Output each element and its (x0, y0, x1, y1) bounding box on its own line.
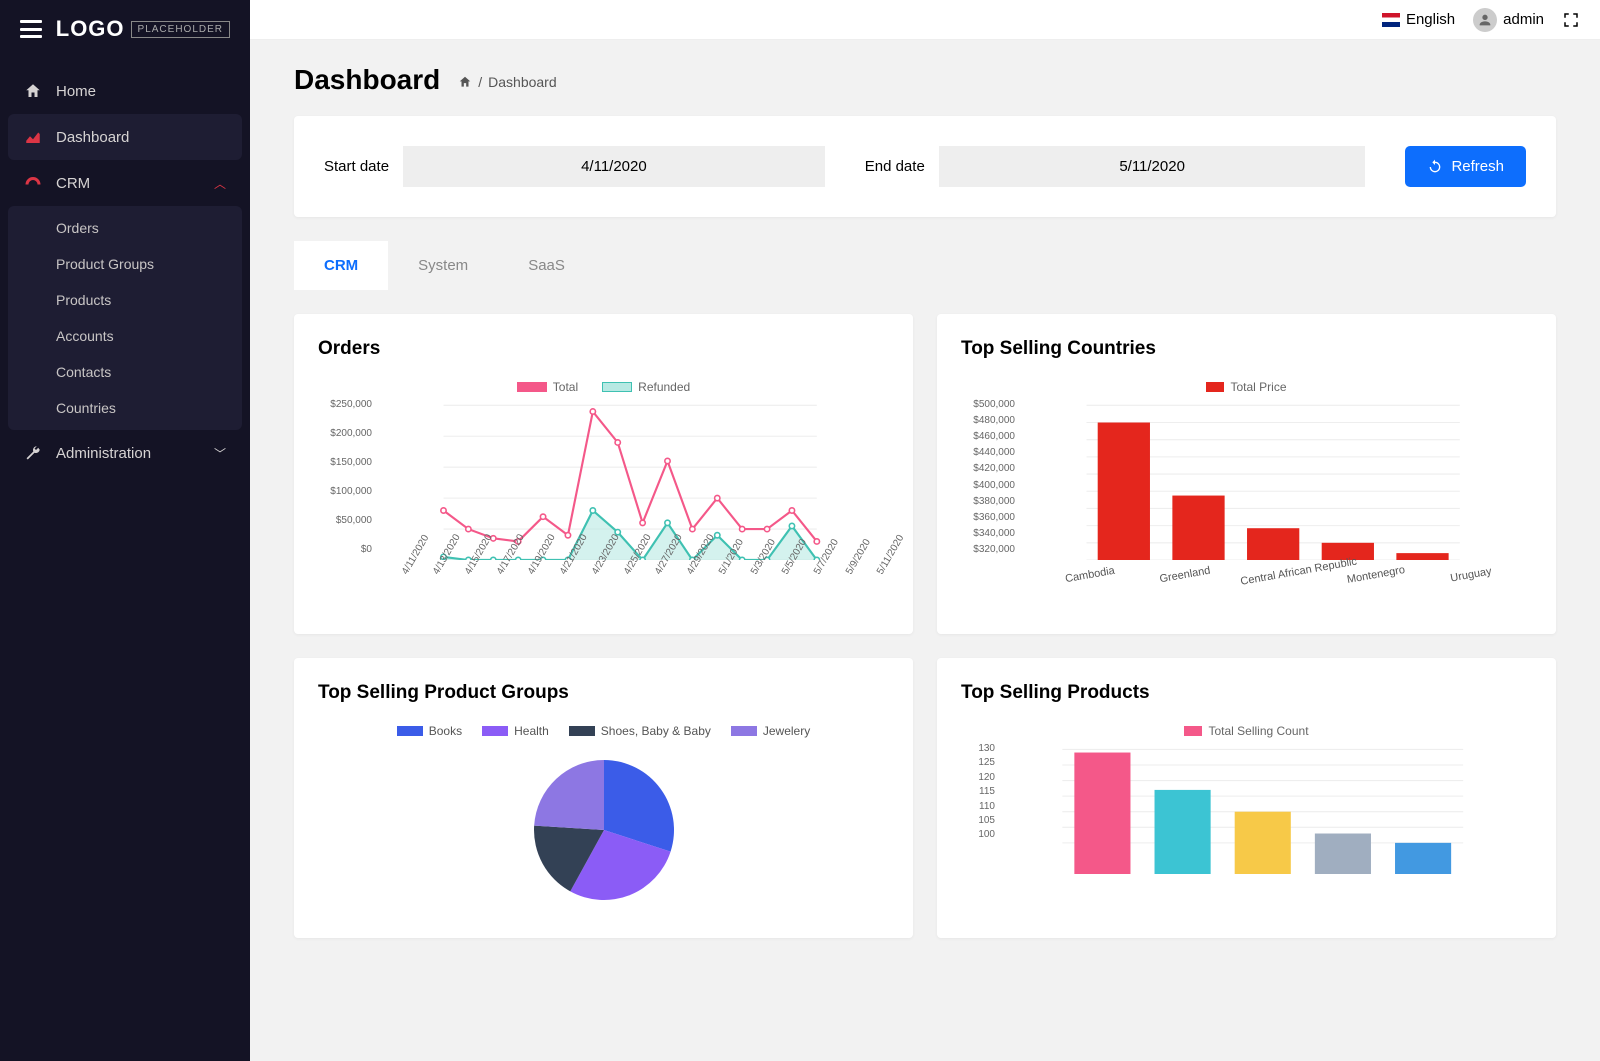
sidebar: LOGO PLACEHOLDER Home Dashboard CRM ︿ Or… (0, 0, 250, 1061)
sidebar-item-label: Administration (56, 445, 200, 462)
legend-total: Total (553, 380, 578, 394)
wrench-icon (24, 444, 42, 462)
refresh-label: Refresh (1451, 158, 1504, 175)
refresh-icon (1427, 159, 1443, 175)
sidebar-subitem-accounts[interactable]: Accounts (8, 318, 242, 354)
home-icon (458, 75, 472, 89)
end-date-label: End date (865, 158, 925, 175)
language-selector[interactable]: English (1382, 11, 1455, 28)
gauge-icon (24, 174, 42, 192)
sidebar-item-dashboard[interactable]: Dashboard (8, 114, 242, 160)
sidebar-subitem-products[interactable]: Products (8, 282, 242, 318)
user-label: admin (1503, 11, 1544, 28)
countries-chart: $320,000$340,000$360,000$380,000$400,000… (961, 400, 1532, 600)
sidebar-subitem-product-groups[interactable]: Product Groups (8, 246, 242, 282)
tabs: CRM System SaaS (294, 241, 1556, 290)
pie-chart (318, 750, 889, 910)
start-date-input[interactable] (403, 146, 825, 187)
products-chart-card: Top Selling Products Total Selling Count… (937, 658, 1556, 938)
sidebar-subitem-orders[interactable]: Orders (8, 210, 242, 246)
logo-placeholder: PLACEHOLDER (131, 21, 230, 38)
products-legend: Total Selling Count (961, 724, 1532, 738)
tab-crm[interactable]: CRM (294, 241, 388, 290)
fullscreen-icon[interactable] (1562, 11, 1580, 29)
tab-system[interactable]: System (388, 241, 498, 290)
pie-legend: BooksHealthShoes, Baby & BabyJewelery (318, 724, 889, 738)
topbar: English admin (250, 0, 1600, 40)
orders-chart: $0$50,000$100,000$150,000$200,000$250,00… (318, 400, 889, 610)
legend-selling-count: Total Selling Count (1208, 724, 1308, 738)
breadcrumb-item: Dashboard (488, 74, 557, 90)
nav: Home Dashboard CRM ︿ Orders Product Grou… (0, 58, 250, 486)
chart-line-icon (24, 128, 42, 146)
page-title: Dashboard (294, 64, 440, 96)
chart-title: Top Selling Product Groups (318, 682, 889, 704)
flag-uk-icon (1382, 13, 1400, 27)
home-icon (24, 82, 42, 100)
language-label: English (1406, 11, 1455, 28)
chart-title: Orders (318, 338, 889, 360)
hamburger-icon[interactable] (20, 20, 42, 38)
orders-chart-card: Orders Total Refunded $0$50,000$100,000$… (294, 314, 913, 634)
date-filter-card: Start date End date Refresh (294, 116, 1556, 217)
logo-text: LOGO (56, 16, 125, 42)
sidebar-subitem-contacts[interactable]: Contacts (8, 354, 242, 390)
groups-chart-card: Top Selling Product Groups BooksHealthSh… (294, 658, 913, 938)
chevron-down-icon: ﹀ (214, 445, 226, 462)
avatar-icon (1473, 8, 1497, 32)
sidebar-subitem-countries[interactable]: Countries (8, 390, 242, 426)
sidebar-item-label: CRM (56, 175, 200, 192)
legend-total-price: Total Price (1230, 380, 1286, 394)
chart-title: Top Selling Countries (961, 338, 1532, 360)
sidebar-submenu-crm: Orders Product Groups Products Accounts … (8, 206, 242, 430)
products-chart: 100105110115120125130 (961, 744, 1532, 914)
start-date-label: Start date (324, 158, 389, 175)
user-menu[interactable]: admin (1473, 8, 1544, 32)
countries-chart-card: Top Selling Countries Total Price $320,0… (937, 314, 1556, 634)
tab-saas[interactable]: SaaS (498, 241, 595, 290)
breadcrumb-sep: / (478, 74, 482, 90)
refresh-button[interactable]: Refresh (1405, 146, 1526, 187)
legend-refunded: Refunded (638, 380, 690, 394)
sidebar-item-label: Home (56, 83, 226, 100)
breadcrumb: / Dashboard (458, 74, 556, 90)
countries-legend: Total Price (961, 380, 1532, 394)
logo[interactable]: LOGO PLACEHOLDER (56, 16, 230, 42)
chart-title: Top Selling Products (961, 682, 1532, 704)
sidebar-item-crm[interactable]: CRM ︿ (8, 160, 242, 206)
orders-legend: Total Refunded (318, 380, 889, 394)
end-date-input[interactable] (939, 146, 1366, 187)
sidebar-item-label: Dashboard (56, 129, 226, 146)
sidebar-item-home[interactable]: Home (8, 68, 242, 114)
sidebar-item-administration[interactable]: Administration ﹀ (8, 430, 242, 476)
chevron-up-icon: ︿ (214, 175, 226, 192)
